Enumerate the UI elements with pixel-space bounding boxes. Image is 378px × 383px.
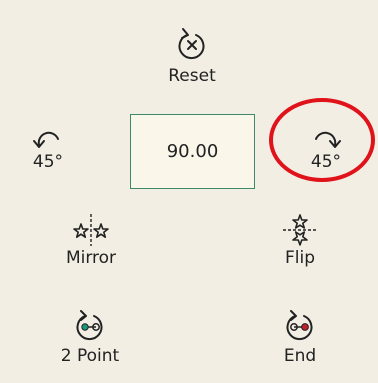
reset-icon bbox=[178, 28, 205, 60]
reset-button[interactable]: Reset bbox=[162, 26, 222, 86]
end-label: End bbox=[283, 346, 317, 366]
end-icon bbox=[286, 310, 313, 341]
two-point-label: 2 Point bbox=[60, 346, 120, 366]
mirror-label: Mirror bbox=[65, 248, 117, 268]
rotate-left-button[interactable]: 45° bbox=[28, 126, 68, 172]
rotate-right-button[interactable]: 45° bbox=[306, 126, 346, 172]
two-point-icon bbox=[76, 310, 103, 341]
reset-label: Reset bbox=[168, 66, 216, 86]
rotate-right-label: 45° bbox=[310, 152, 342, 172]
two-point-button[interactable]: 2 Point bbox=[40, 310, 140, 366]
flip-icon bbox=[283, 214, 317, 246]
end-button[interactable]: End bbox=[270, 310, 330, 366]
flip-label: Flip bbox=[284, 248, 315, 268]
flip-button[interactable]: Flip bbox=[270, 212, 330, 268]
angle-value-box[interactable]: 90.00 bbox=[130, 114, 255, 189]
mirror-button[interactable]: Mirror bbox=[48, 212, 134, 268]
rotate-left-icon bbox=[33, 131, 59, 148]
rotate-right-icon bbox=[315, 131, 341, 148]
angle-value: 90.00 bbox=[166, 141, 219, 162]
rotate-left-label: 45° bbox=[32, 152, 64, 172]
mirror-icon bbox=[73, 214, 109, 246]
